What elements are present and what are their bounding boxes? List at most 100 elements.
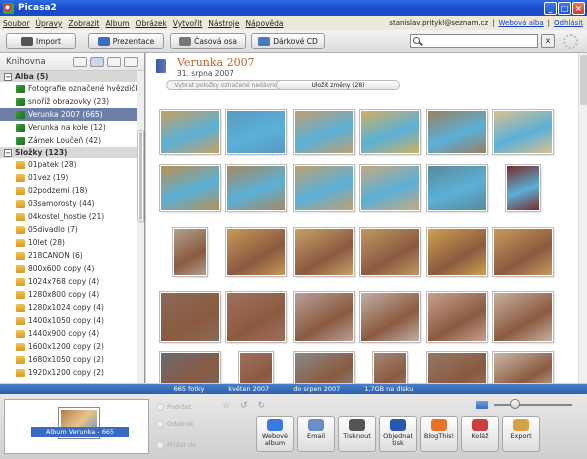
add-to-button[interactable]: Přidat do (156, 441, 196, 449)
sidebar-scrollbar[interactable] (137, 71, 144, 383)
photo-thumbnail[interactable] (427, 292, 487, 342)
action-button[interactable]: Objednat tisk (379, 416, 417, 452)
slideshow-button[interactable]: Prezentace (88, 33, 164, 49)
photo-thumbnail[interactable] (360, 292, 420, 342)
photo-thumbnail[interactable] (226, 110, 286, 154)
photo-thumbnail[interactable] (226, 228, 286, 276)
menu-upravy[interactable]: Úpravy (33, 19, 66, 28)
zoom-slider[interactable] (476, 398, 576, 412)
folder-item[interactable]: 800x600 copy (4) (0, 262, 144, 275)
photo-thumbnail[interactable] (360, 228, 420, 276)
menu-napoveda[interactable]: Nápověda (243, 19, 287, 28)
photo-thumbnail[interactable] (506, 165, 540, 211)
photo-thumbnail[interactable] (160, 165, 220, 211)
action-button[interactable]: Export (502, 416, 540, 452)
photo-thumbnail[interactable] (360, 110, 420, 154)
photo-thumbnail[interactable] (493, 292, 553, 342)
album-item[interactable]: Verunka 2007 (665) (0, 108, 144, 121)
folder-item[interactable]: 1920x1200 copy (2) (0, 366, 144, 379)
menu-soubor[interactable]: Soubor (0, 19, 33, 28)
folder-item[interactable]: 01patek (28) (0, 158, 144, 171)
folder-item[interactable]: 01vez (19) (0, 171, 144, 184)
folder-item[interactable]: 1600x1200 copy (2) (0, 340, 144, 353)
clear-tray-button[interactable]: Odebrat (156, 420, 194, 428)
album-item[interactable]: snoříž obrazovky (23) (0, 95, 144, 108)
menu-obrazek[interactable]: Obrázek (133, 19, 170, 28)
web-albums-link[interactable]: Webová alba (499, 19, 544, 27)
search-clear-button[interactable]: x (541, 34, 555, 48)
photo-thumbnail[interactable] (239, 352, 273, 383)
menu-vytvorit[interactable]: Vytvořit (170, 19, 205, 28)
album-item[interactable]: Verunka na kole (12) (0, 121, 144, 134)
action-button[interactable]: Koláž (461, 416, 499, 452)
photo-thumbnail[interactable] (294, 352, 354, 383)
search-input[interactable] (410, 34, 538, 48)
action-button[interactable]: Webové album (256, 416, 294, 452)
folder-item[interactable]: 05divadlo (7) (0, 223, 144, 236)
photo-thumbnail[interactable] (294, 110, 354, 154)
folder-item[interactable]: 1400x1050 copy (4) (0, 314, 144, 327)
folder-item[interactable]: 1024x768 copy (4) (0, 275, 144, 288)
photo-thumbnail[interactable] (493, 352, 553, 383)
photo-thumbnail[interactable] (160, 110, 220, 154)
photo-thumbnail[interactable] (360, 165, 420, 211)
rotate-right-icon[interactable]: ↻ (258, 401, 266, 411)
folder-item[interactable]: 03samorosty (44) (0, 197, 144, 210)
albums-section[interactable]: − Alba (5) (0, 71, 144, 82)
folder-item[interactable]: 1440x900 copy (4) (0, 327, 144, 340)
star-icon[interactable]: ☆ (222, 401, 230, 411)
album-item[interactable]: Fotografie označené hvězdičko... (0, 82, 144, 95)
photo-thumbnail[interactable] (427, 352, 487, 383)
hold-button[interactable]: Podržet (156, 403, 191, 411)
list-view-icon[interactable] (107, 56, 121, 67)
photo-thumbnail[interactable] (294, 165, 354, 211)
tree-view-icon[interactable] (90, 56, 104, 67)
folder-item[interactable]: 1280x1024 copy (4) (0, 301, 144, 314)
collapse-icon[interactable]: − (4, 148, 12, 157)
menu-nastroje[interactable]: Nástroje (205, 19, 242, 28)
maximize-button[interactable]: □ (558, 1, 571, 15)
zoom-track[interactable] (494, 404, 572, 406)
close-button[interactable]: × (572, 1, 585, 15)
photo-thumbnail[interactable] (373, 352, 407, 383)
collapse-icon[interactable]: − (4, 72, 12, 81)
folder-item[interactable]: 10let (28) (0, 236, 144, 249)
photo-thumbnail[interactable] (493, 228, 553, 276)
photo-thumbnail[interactable] (160, 292, 220, 342)
photo-thumbnail[interactable] (173, 228, 207, 276)
photo-thumbnail[interactable] (493, 110, 553, 154)
folder-item[interactable]: 218CANON (6) (0, 249, 144, 262)
rotate-left-icon[interactable]: ↺ (240, 401, 248, 411)
save-changes-button[interactable]: Uložit změny (28) (276, 80, 400, 90)
photo-thumbnail[interactable] (294, 292, 354, 342)
action-button[interactable]: Tisknout (338, 416, 376, 452)
photo-thumbnail[interactable] (226, 292, 286, 342)
folder-item[interactable]: 1680x1050 copy (2) (0, 353, 144, 366)
folder-item[interactable]: 1280x800 copy (4) (0, 288, 144, 301)
sort-menu-icon[interactable] (124, 56, 138, 67)
photo-thumbnail[interactable] (427, 165, 487, 211)
zoom-knob[interactable] (510, 399, 520, 409)
folders-section[interactable]: − Složky (123) (0, 147, 144, 158)
main-scrollbar[interactable] (578, 53, 587, 383)
photo-thumbnail[interactable] (427, 110, 487, 154)
photo-thumbnail[interactable] (294, 228, 354, 276)
action-button[interactable]: Email (297, 416, 335, 452)
menu-album[interactable]: Album (103, 19, 133, 28)
album-item[interactable]: Zámek Loučeň (42) (0, 134, 144, 147)
menu-zobrazit[interactable]: Zobrazit (65, 19, 102, 28)
folder-item[interactable]: 02podzemi (18) (0, 184, 144, 197)
import-button[interactable]: Import (6, 33, 76, 49)
photo-thumbnail[interactable] (226, 165, 286, 211)
photo-thumbnail[interactable] (160, 352, 220, 383)
photo-thumbnail[interactable] (427, 228, 487, 276)
folder-item[interactable]: 04kostel_hostie (21) (0, 210, 144, 223)
timeline-button[interactable]: Časová osa (170, 33, 246, 49)
action-button[interactable]: BlogThis! (420, 416, 458, 452)
select-recent-button[interactable]: Vybrat položky označené nedávno (166, 80, 286, 90)
minimize-button[interactable]: _ (544, 1, 557, 15)
add-folder-icon[interactable] (73, 56, 87, 67)
logout-link[interactable]: Odhlásit (554, 19, 583, 27)
giftcd-button[interactable]: Dárkové CD (251, 33, 325, 49)
tray-panel[interactable]: Album Verunka - 665 fotografie (4, 399, 149, 454)
